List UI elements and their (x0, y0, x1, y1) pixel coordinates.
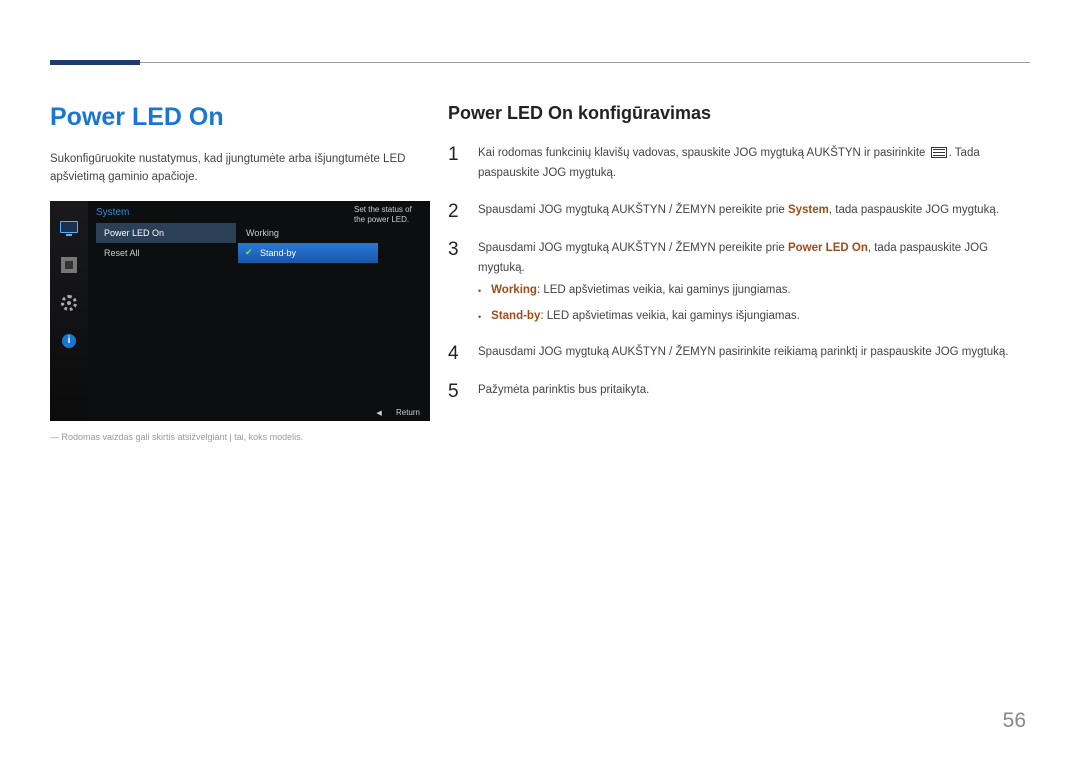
right-column: Power LED On konfigūravimas 1 Kai rodoma… (448, 103, 1030, 401)
osd-option-working: Working (238, 223, 378, 243)
step-text: Kai rodomas funkcinių klavišų vadovas, s… (478, 144, 1030, 183)
step-number: 3 (448, 239, 462, 259)
footnote: ― Rodomas vaizdas gali skirtis atsižvelg… (50, 431, 435, 445)
intro-paragraph: Sukonfigūruokite nustatymus, kad įjungtu… (50, 150, 435, 187)
step-text: Spausdami JOG mygtuką AUKŠTYN / ŽEMYN pa… (478, 343, 1008, 363)
osd-screenshot: i System Set the status of the power LED… (50, 201, 430, 421)
info-icon: i (59, 333, 79, 349)
osd-sidebar: i (50, 201, 88, 421)
osd-return-label: Return (396, 408, 420, 417)
step-text: Spausdami JOG mygtuką AUKŠTYN / ŽEMYN pe… (478, 201, 999, 221)
step-text: Pažymėta parinktis bus pritaikyta. (478, 381, 649, 401)
menu-icon (931, 147, 947, 157)
config-title: Power LED On konfigūravimas (448, 103, 1030, 124)
step-5: 5 Pažymėta parinktis bus pritaikyta. (448, 381, 1030, 401)
picture-icon (59, 257, 79, 273)
step-number: 2 (448, 201, 462, 221)
step-3: 3 Spausdami JOG mygtuką AUKŠTYN / ŽEMYN … (448, 239, 1030, 325)
step-number: 1 (448, 144, 462, 164)
bullet-dot: • (478, 281, 481, 299)
page-number: 56 (1003, 709, 1026, 733)
step-2: 2 Spausdami JOG mygtuką AUKŠTYN / ŽEMYN … (448, 201, 1030, 221)
left-column: Power LED On Sukonfigūruokite nustatymus… (50, 103, 435, 444)
monitor-icon (59, 219, 79, 235)
step-text: Spausdami JOG mygtuką AUKŠTYN / ŽEMYN pe… (478, 239, 1030, 325)
osd-item-reset-all: Reset All (96, 243, 236, 263)
header-rule-accent (50, 60, 140, 65)
step-1: 1 Kai rodomas funkcinių klavišų vadovas,… (448, 144, 1030, 183)
bullet-standby: • Stand-by: LED apšvietimas veikia, kai … (478, 307, 1030, 325)
osd-footer: ◀ Return (376, 408, 420, 417)
section-title: Power LED On (50, 103, 435, 132)
osd-menu-column-2: Working Stand-by (238, 223, 378, 263)
gear-icon (59, 295, 79, 311)
header-rule (50, 62, 1030, 63)
step-number: 4 (448, 343, 462, 363)
left-arrow-icon: ◀ (376, 410, 381, 417)
step-number: 5 (448, 381, 462, 401)
step-list: 1 Kai rodomas funkcinių klavišų vadovas,… (448, 144, 1030, 401)
osd-item-power-led-on: Power LED On (96, 223, 236, 243)
bullet-dot: • (478, 307, 481, 325)
osd-menu-column-1: Power LED On Reset All (96, 223, 236, 263)
osd-option-standby: Stand-by (238, 243, 378, 263)
step-4: 4 Spausdami JOG mygtuką AUKŠTYN / ŽEMYN … (448, 343, 1030, 363)
osd-system-label: System (96, 207, 129, 218)
bullet-working: • Working: LED apšvietimas veikia, kai g… (478, 281, 1030, 299)
sub-bullets: • Working: LED apšvietimas veikia, kai g… (478, 281, 1030, 325)
